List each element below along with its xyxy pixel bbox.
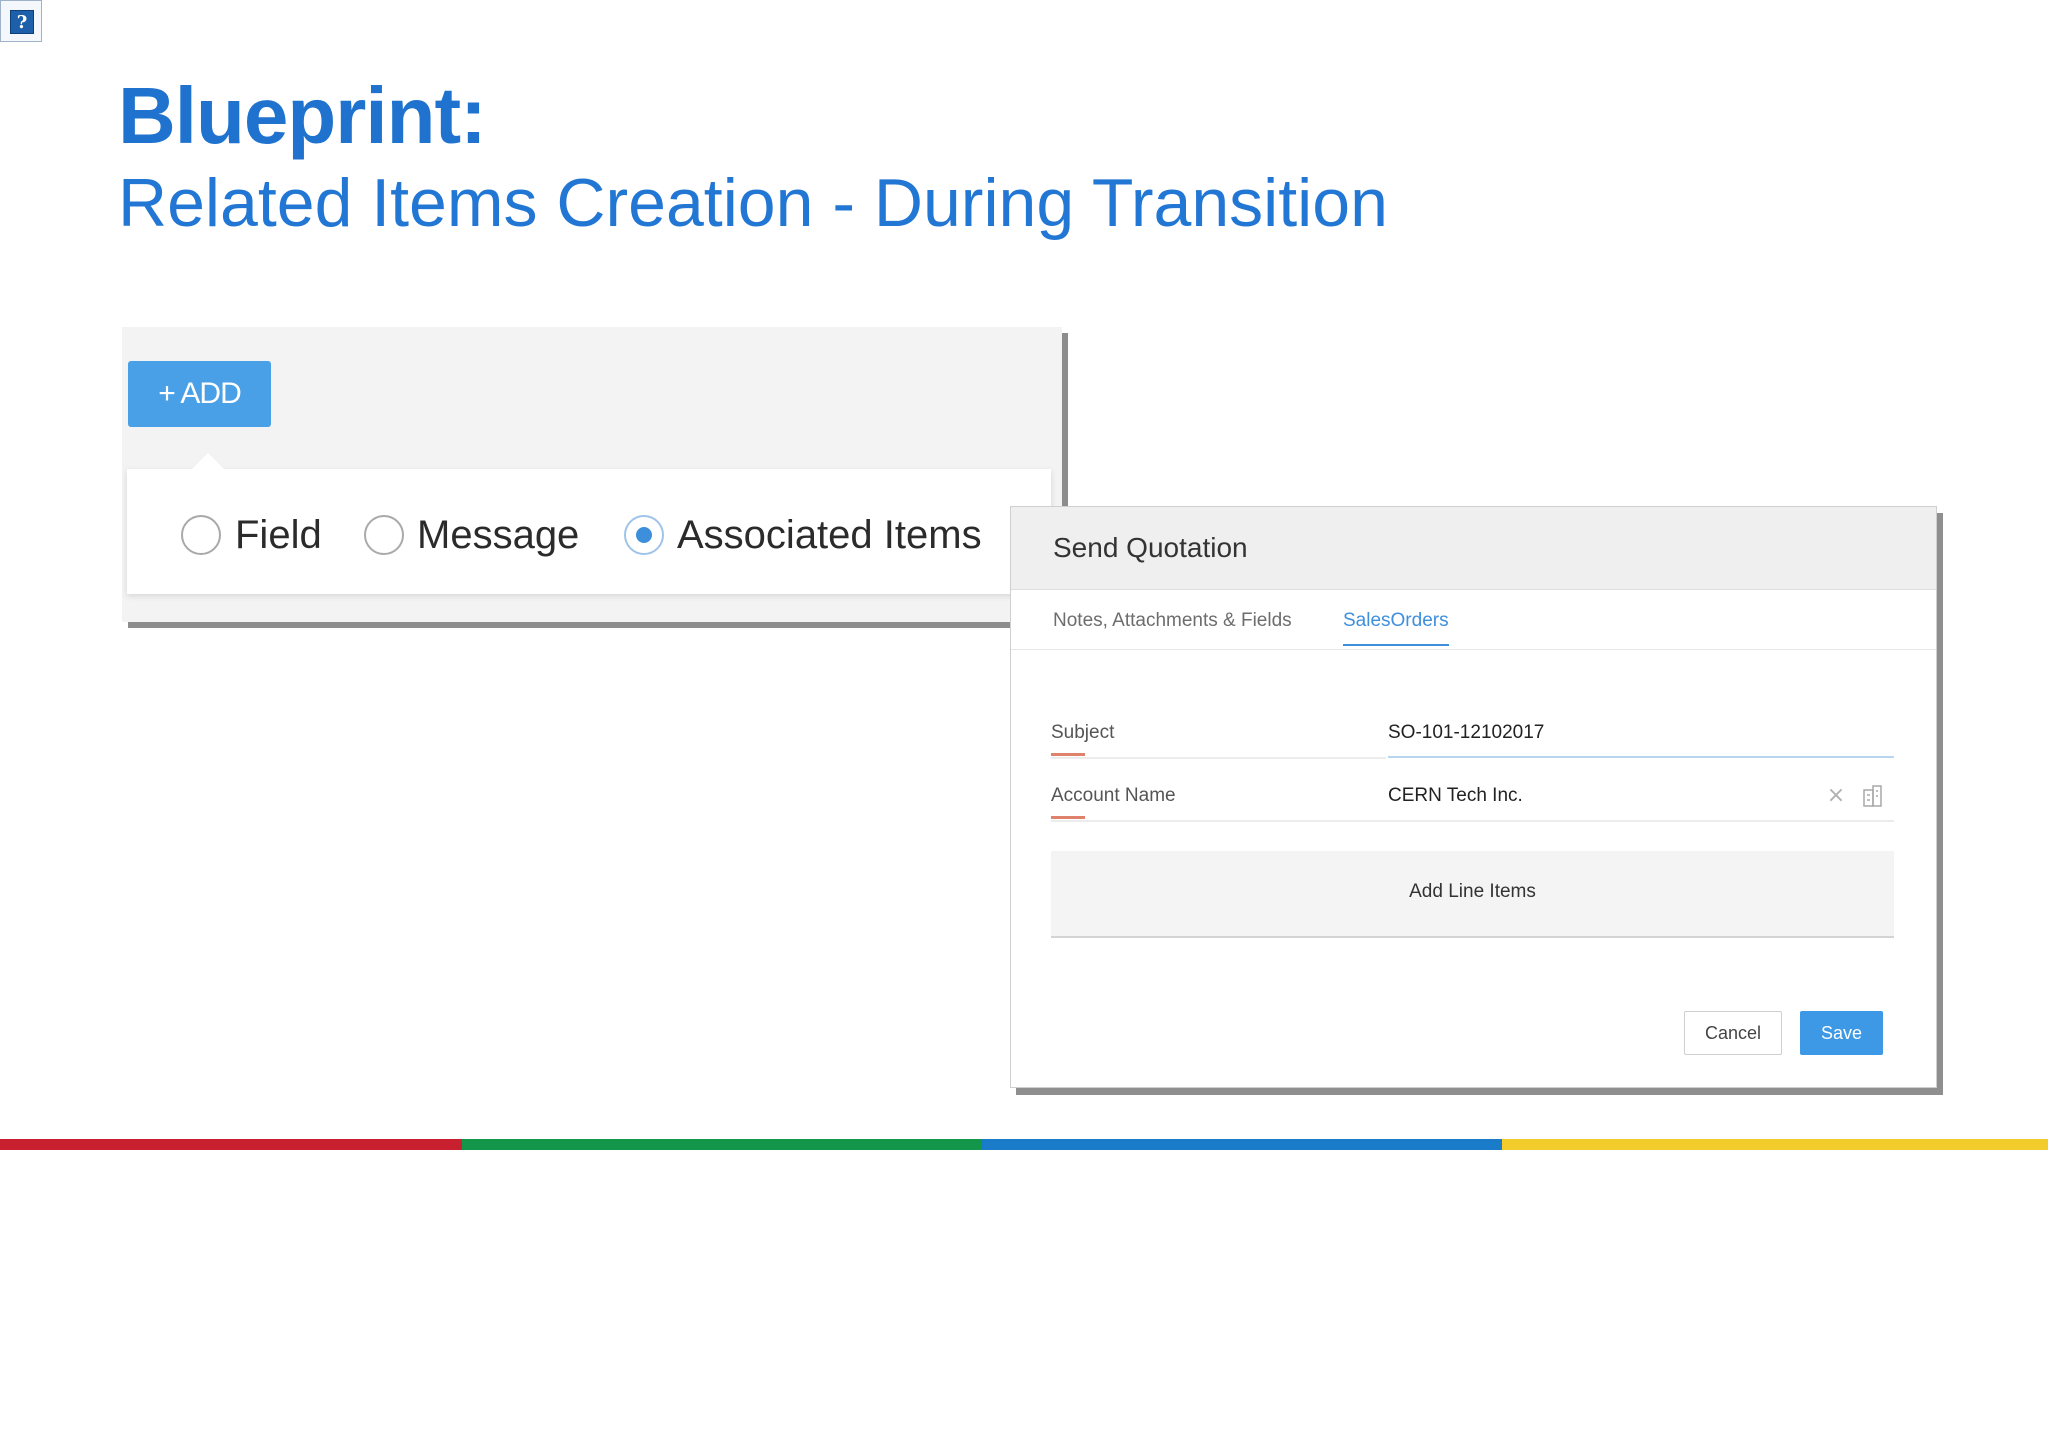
account-name-value[interactable]: CERN Tech Inc. [1388,784,1523,808]
dialog-header: Send Quotation [1011,507,1936,590]
required-mark [1051,753,1085,756]
add-line-items-label: Add Line Items [1409,881,1536,902]
add-panel: + ADD Field Message Associated Items [122,327,1062,622]
subject-label-divider [1051,757,1386,759]
add-button[interactable]: + ADD [128,361,271,427]
radio-message[interactable] [364,515,404,555]
footer-stripe-red [0,1139,462,1150]
cancel-button[interactable]: Cancel [1684,1011,1782,1055]
radio-label-field[interactable]: Field [235,509,322,561]
radio-label-associated-items[interactable]: Associated Items [677,509,982,561]
dialog-title: Send Quotation [1053,532,1248,563]
footer-stripe-yellow [1502,1139,2048,1150]
add-options-popup: Field Message Associated Items [127,453,1051,594]
help-badge[interactable]: ? [0,0,42,42]
account-name-label: Account Name [1051,785,1176,806]
tab-notes-attachments-fields[interactable]: Notes, Attachments & Fields [1053,609,1292,633]
tab-salesorders[interactable]: SalesOrders [1343,609,1449,646]
radio-associated-items[interactable] [624,515,664,555]
footer-stripe-blue [982,1139,1502,1150]
subject-value[interactable]: SO-101-12102017 [1388,721,1544,745]
subject-input-underline [1388,756,1894,758]
building-lookup-icon[interactable] [1863,785,1883,807]
help-icon: ? [10,10,34,34]
required-mark [1051,816,1085,819]
dialog-tabs: Notes, Attachments & Fields SalesOrders [1011,589,1936,650]
save-button[interactable]: Save [1800,1011,1883,1055]
footer-stripe-green [462,1139,982,1150]
subject-label: Subject [1051,722,1115,743]
slide-title: Blueprint: [118,71,487,160]
account-name-divider [1051,820,1894,822]
slide-subtitle: Related Items Creation - During Transiti… [118,165,1388,241]
send-quotation-dialog: Send Quotation Notes, Attachments & Fiel… [1010,506,1937,1088]
radio-field[interactable] [181,515,221,555]
popup-caret [192,453,224,469]
clear-icon[interactable]: × [1826,785,1846,807]
add-line-items-button[interactable]: Add Line Items [1051,851,1894,938]
radio-label-message[interactable]: Message [417,509,579,561]
